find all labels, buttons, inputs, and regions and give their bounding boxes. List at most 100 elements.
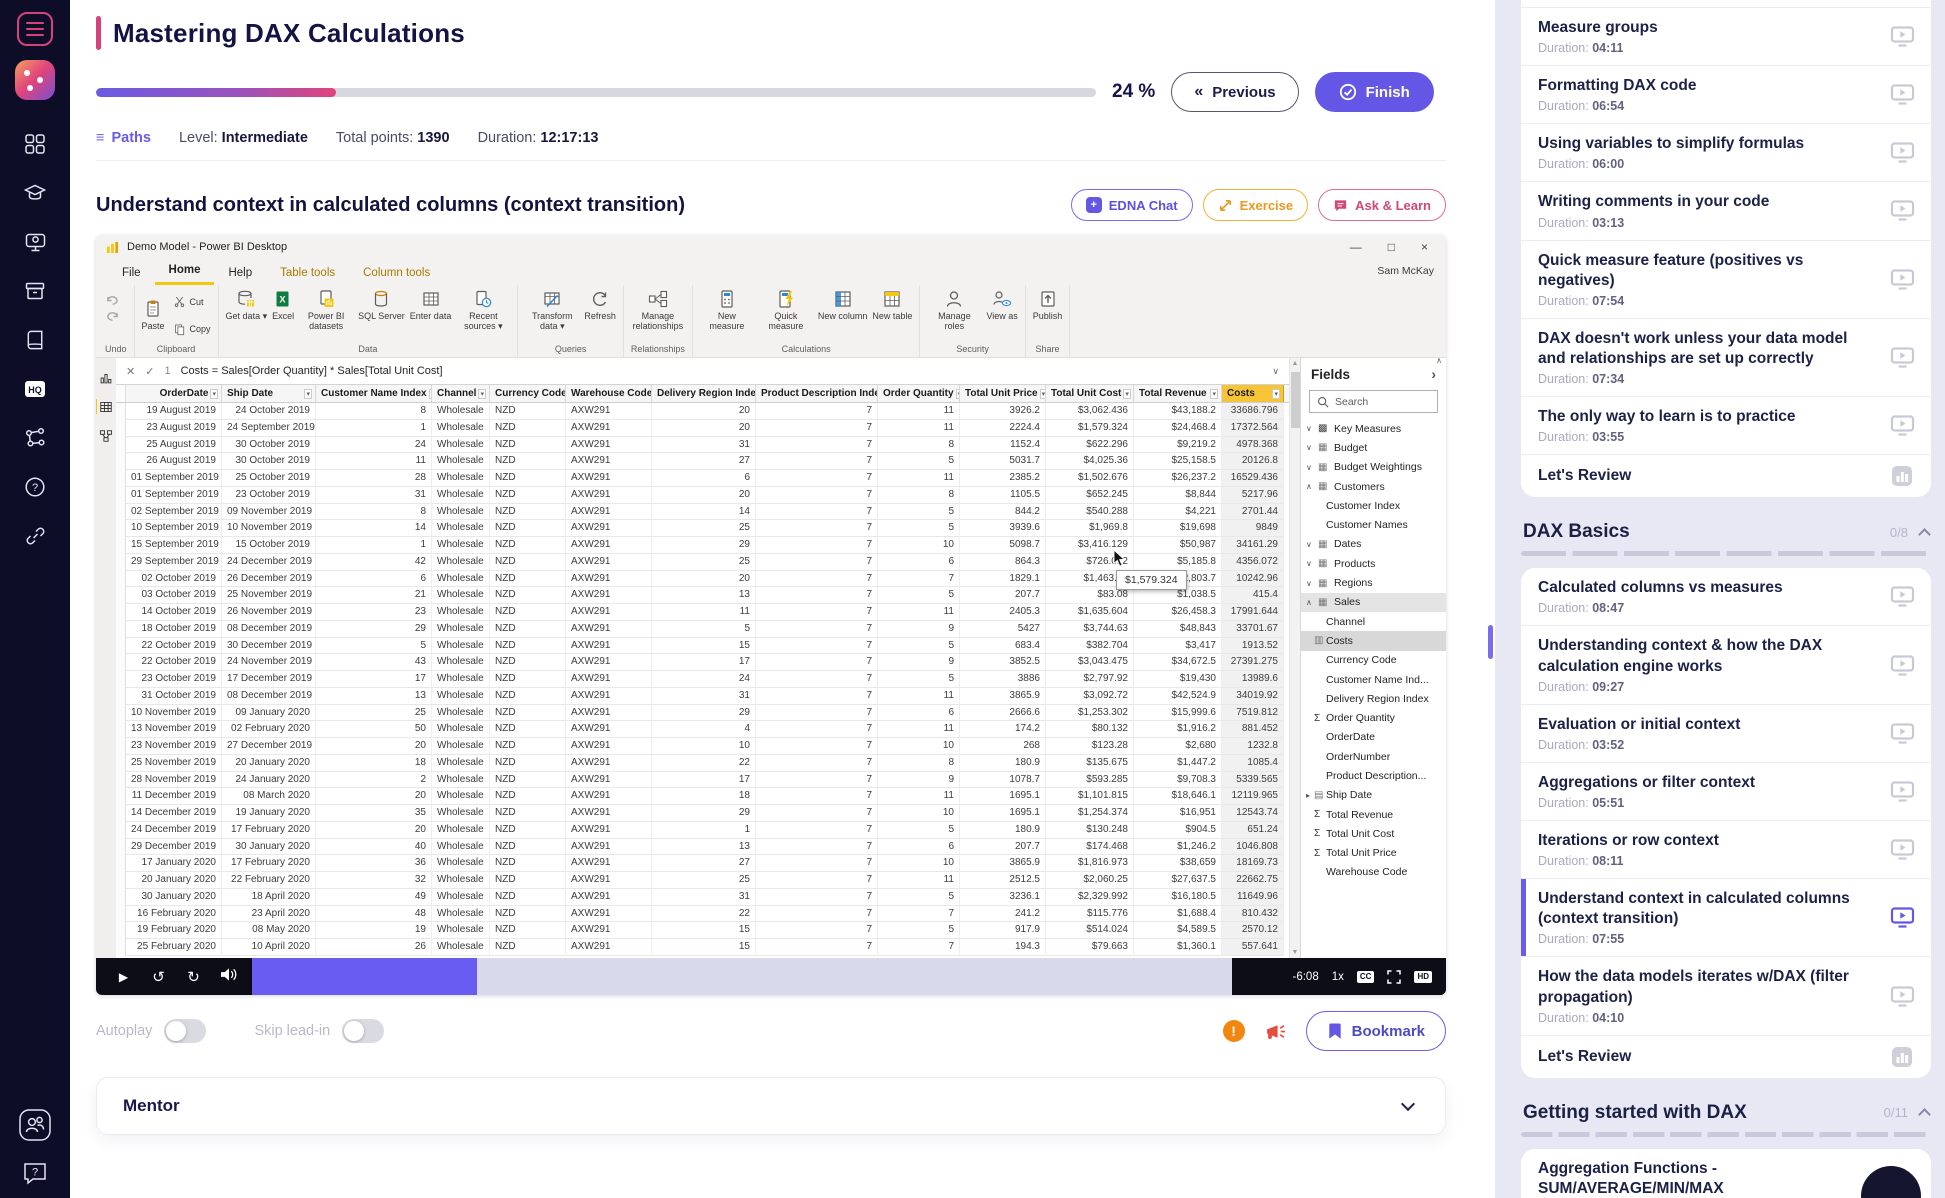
row-selector[interactable] (116, 604, 126, 621)
row-selector[interactable] (116, 855, 126, 872)
row-selector[interactable] (116, 872, 126, 889)
forward-button[interactable]: ↻ (176, 968, 211, 986)
field-tree-item[interactable]: Total Unit Cost (1301, 824, 1446, 843)
table-row[interactable]: 25 November 201920 January 202018Wholesa… (116, 755, 1289, 772)
field-tree-item[interactable]: Warehouse Code (1301, 863, 1446, 882)
bookmark-button[interactable]: Bookmark (1306, 1011, 1446, 1051)
lesson-action-button[interactable]: + EDNA Chat (1071, 189, 1193, 221)
row-selector[interactable] (116, 755, 126, 772)
field-tree-item[interactable]: Costs (1301, 631, 1446, 650)
grid-column-header[interactable]: Customer Name Index (316, 385, 432, 402)
library-icon[interactable] (21, 326, 49, 354)
row-selector[interactable] (116, 939, 126, 956)
row-selector[interactable] (116, 922, 126, 939)
lesson-item[interactable]: DAX doesn't work unless your data model … (1521, 318, 1931, 396)
table-row[interactable]: 01 September 201923 October 201931Wholes… (116, 487, 1289, 504)
table-row[interactable]: 30 January 202018 April 202049WholesaleN… (116, 889, 1289, 906)
ribbon-tab[interactable]: Home (155, 260, 215, 285)
captions-button[interactable]: CC (1357, 971, 1375, 983)
edna-logo[interactable] (15, 60, 55, 100)
field-tree-item[interactable]: Total Unit Price (1301, 844, 1446, 863)
ribbon-button[interactable]: Get data ▾ (226, 289, 268, 321)
row-selector[interactable] (116, 805, 126, 822)
table-row[interactable]: 16 February 202023 April 202048Wholesale… (116, 906, 1289, 923)
formula-bar[interactable]: ✕ ✓ 1 Costs = Sales[Order Quantity] * Sa… (116, 358, 1289, 385)
resources-icon[interactable] (21, 277, 49, 305)
chevron-down-icon[interactable] (1401, 1096, 1415, 1110)
row-selector[interactable] (116, 453, 126, 470)
cancel-formula-icon[interactable]: ✕ (126, 365, 135, 378)
field-tree-item[interactable]: Order Quantity (1301, 708, 1446, 727)
ribbon-button[interactable]: Copy (173, 323, 211, 336)
tree-chevron-icon[interactable]: ▸ (1306, 791, 1314, 800)
paths-link[interactable]: ≡Paths (96, 130, 151, 146)
lesson-item[interactable]: Understand context in calculated columns… (1521, 878, 1931, 956)
lesson-action-button[interactable]: + Exercise (1203, 189, 1309, 221)
field-tree-item[interactable]: Product Description... (1301, 766, 1446, 785)
table-row[interactable]: 10 September 201910 November 201914Whole… (116, 520, 1289, 537)
field-tree-item[interactable]: ∨ Regions (1301, 573, 1446, 592)
row-selector[interactable] (116, 889, 126, 906)
minimize-icon[interactable]: — (1350, 240, 1362, 254)
grid-column-header[interactable]: Delivery Region Index (652, 385, 756, 402)
ribbon-button[interactable]: New measure (700, 289, 754, 332)
ribbon-tab[interactable]: Help (214, 263, 266, 285)
table-row[interactable]: 18 October 201908 December 201929Wholesa… (116, 621, 1289, 638)
grid-column-header[interactable]: Total Unit Price (960, 385, 1046, 402)
table-row[interactable]: 22 October 201924 November 201943Wholesa… (116, 654, 1289, 671)
ribbon-tab[interactable]: Table tools (266, 263, 349, 285)
support-icon[interactable]: ? (21, 1161, 49, 1192)
ribbon-button[interactable]: Manage relationships (631, 289, 685, 332)
grid-column-header[interactable]: Product Description Index (756, 385, 878, 402)
table-row[interactable]: 25 February 202010 April 202026Wholesale… (116, 939, 1289, 956)
field-tree-item[interactable]: Delivery Region Index (1301, 689, 1446, 708)
scrollbar-thumb[interactable] (1291, 372, 1300, 428)
row-selector[interactable] (116, 487, 126, 504)
row-selector[interactable] (116, 705, 126, 722)
ribbon-button[interactable]: SQL Server (358, 289, 405, 321)
field-tree-item[interactable]: Total Revenue (1301, 805, 1446, 824)
collapse-pane-icon[interactable]: ∧ (1436, 356, 1442, 365)
table-row[interactable]: 19 February 202008 May 202019WholesaleNZ… (116, 922, 1289, 939)
field-tree-item[interactable]: OrderNumber (1301, 747, 1446, 766)
expand-formula-icon[interactable]: ∨ (1272, 366, 1279, 377)
row-selector[interactable] (116, 437, 126, 454)
lesson-item[interactable]: Formatting DAX code Duration: 06:54 (1521, 65, 1931, 123)
tree-chevron-icon[interactable]: ∨ (1306, 443, 1318, 452)
lesson-item[interactable]: Aggregations or filter context Duration:… (1521, 762, 1931, 820)
community-icon[interactable] (18, 1108, 52, 1147)
grid-column-header[interactable]: Costs (1222, 385, 1284, 402)
expand-pane-icon[interactable]: › (1431, 366, 1436, 382)
field-tree-item[interactable]: ∨ Budget Weightings (1301, 458, 1446, 477)
row-selector[interactable] (116, 403, 126, 420)
quality-button[interactable]: HD (1414, 971, 1432, 983)
play-button[interactable]: ▶ (106, 970, 141, 984)
scroll-indicator[interactable] (1488, 625, 1493, 659)
grid-column-header[interactable]: Total Revenue (1134, 385, 1222, 402)
table-row[interactable]: 22 October 201930 December 20195Wholesal… (116, 638, 1289, 655)
row-selector[interactable] (116, 906, 126, 923)
table-row[interactable]: 28 November 201924 January 20202Wholesal… (116, 772, 1289, 789)
table-row[interactable]: 25 August 201930 October 201924Wholesale… (116, 437, 1289, 454)
row-selector[interactable] (116, 721, 126, 738)
row-selector[interactable] (116, 504, 126, 521)
report-view-icon[interactable] (98, 370, 114, 385)
lesson-item[interactable]: Using variables to simplify formulas Dur… (1521, 123, 1931, 181)
tree-chevron-icon[interactable]: ∨ (1306, 559, 1318, 568)
row-selector[interactable] (116, 420, 126, 437)
webinar-icon[interactable] (21, 228, 49, 256)
field-tree-item[interactable]: ∨ Key Measures (1301, 419, 1446, 438)
row-selector[interactable] (116, 839, 126, 856)
dashboard-icon[interactable] (21, 130, 49, 158)
report-issue-icon[interactable]: ! (1223, 1020, 1245, 1042)
field-tree-item[interactable]: ∨ Dates (1301, 535, 1446, 554)
lesson-item[interactable]: Writing comments in your code Duration: … (1521, 181, 1931, 239)
links-icon[interactable] (21, 522, 49, 550)
ribbon-button[interactable]: New column (818, 289, 868, 321)
restore-icon[interactable]: □ (1388, 240, 1395, 254)
grid-scrollbar[interactable]: ▲ ▼ (1289, 358, 1300, 958)
close-icon[interactable]: × (1421, 240, 1428, 254)
grid-column-header[interactable]: Warehouse Code (566, 385, 652, 402)
row-selector[interactable] (116, 571, 126, 588)
chevron-up-icon[interactable] (1918, 528, 1931, 541)
